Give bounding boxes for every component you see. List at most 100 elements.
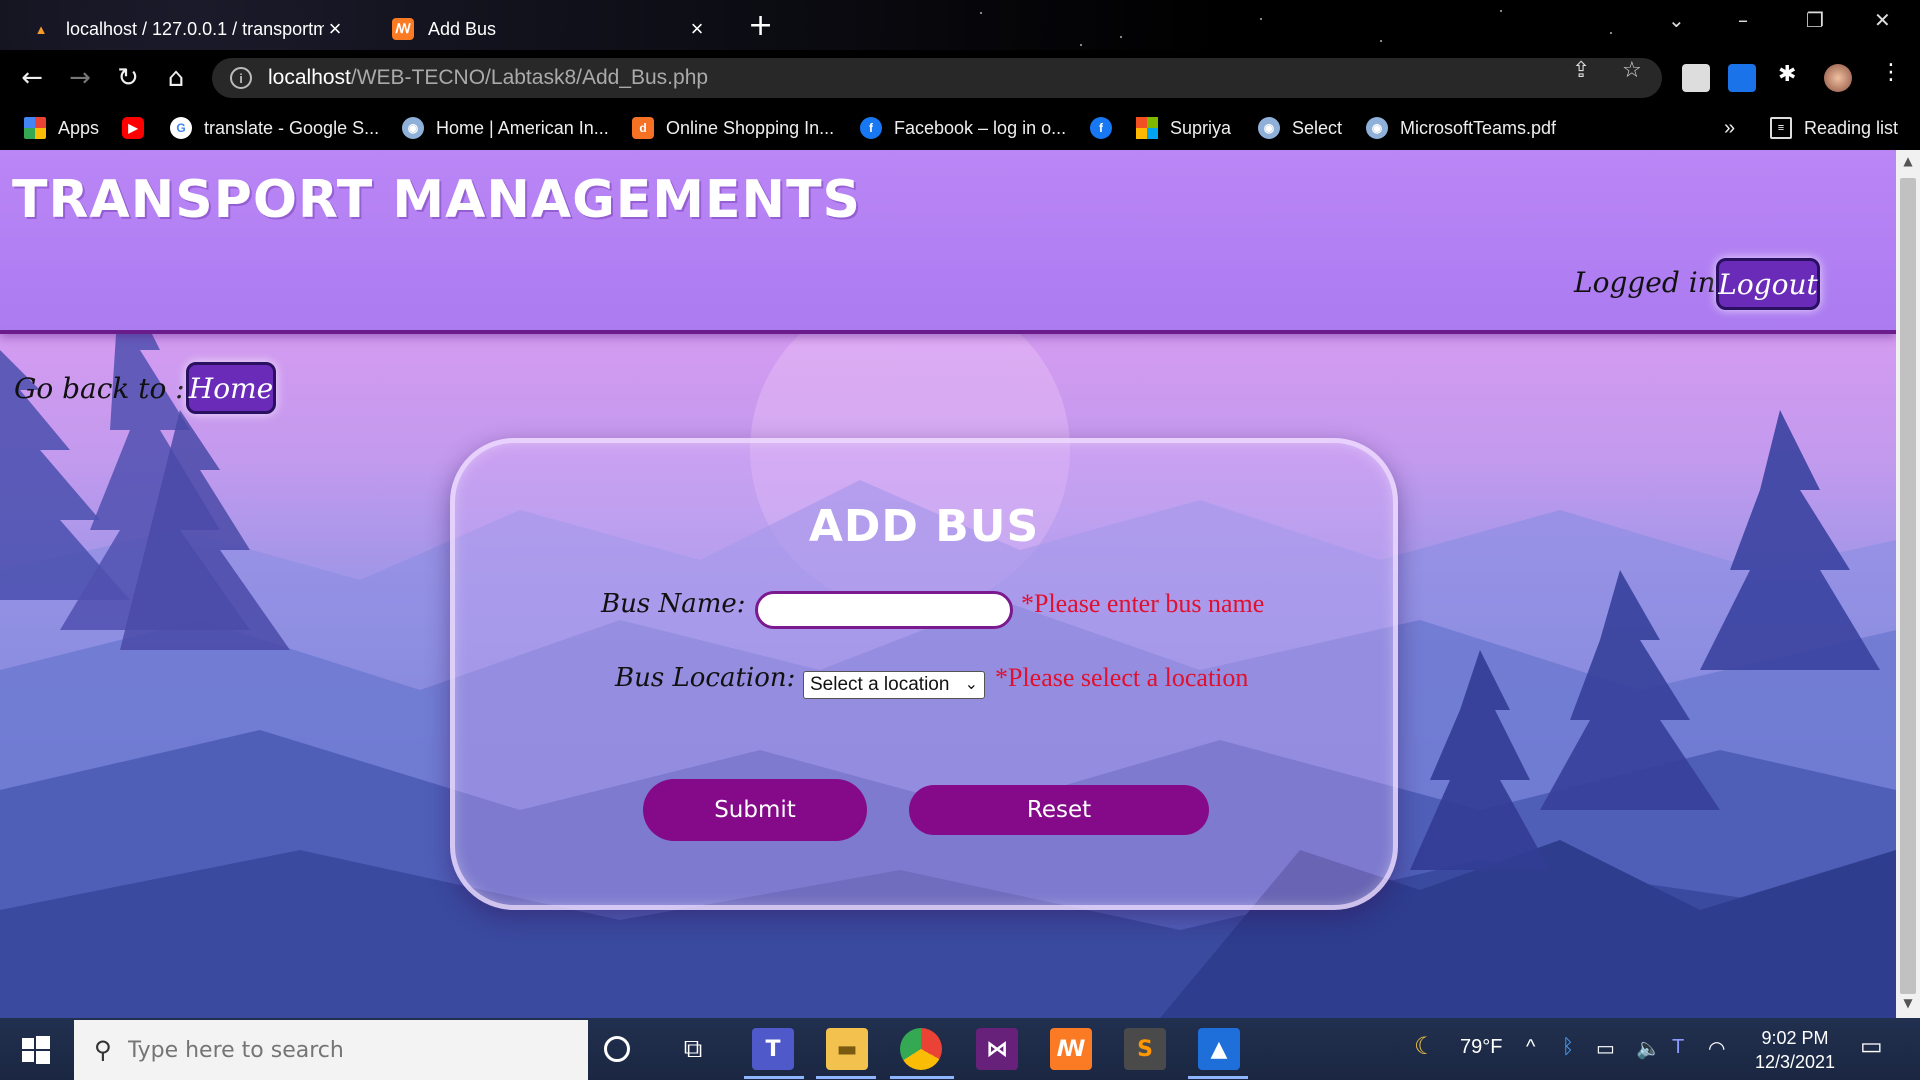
home-icon[interactable]: ⌂ xyxy=(160,62,192,94)
submit-button[interactable]: Submit xyxy=(643,779,867,841)
daraz-icon: d xyxy=(632,117,654,139)
bookmark-facebook-2[interactable]: f xyxy=(1090,114,1124,142)
page-scrollbar[interactable]: ▲ ▼ xyxy=(1896,150,1920,1018)
bookmark-facebook[interactable]: f Facebook – log in o... xyxy=(860,114,1066,142)
running-indicator xyxy=(890,1076,954,1079)
notifications-icon[interactable]: ▭ xyxy=(1860,1032,1883,1061)
puzzle-extensions-icon[interactable]: ✱ xyxy=(1778,62,1796,87)
extension-icon[interactable] xyxy=(1728,64,1756,92)
bookmark-teams-pdf[interactable]: ◉ MicrosoftTeams.pdf xyxy=(1366,114,1556,142)
task-view-icon[interactable]: ⧉ xyxy=(672,1028,714,1070)
reload-icon[interactable]: ↻ xyxy=(112,62,144,94)
windows-start-icon[interactable] xyxy=(16,1030,56,1070)
phpmyadmin-icon: ▲ xyxy=(34,21,48,37)
minimize-button[interactable]: – xyxy=(1738,8,1748,32)
tab-phpmyadmin[interactable]: ▲ localhost / 127.0.0.1 / transportm × xyxy=(16,8,360,50)
site-header: TRANSPORT MANAGEMENTS Logged in: Logout xyxy=(0,150,1896,334)
home-button[interactable]: Home xyxy=(186,362,276,414)
bookmark-select[interactable]: ◉ Select xyxy=(1258,114,1342,142)
forward-icon[interactable]: → xyxy=(64,62,96,94)
chevron-up-icon[interactable]: ^ xyxy=(1526,1036,1535,1059)
bookmarks-overflow[interactable]: » xyxy=(1724,114,1735,142)
tab-add-bus[interactable]: ꟿ Add Bus × xyxy=(378,8,722,50)
facebook-icon: f xyxy=(860,117,882,139)
add-bus-form-card: ADD BUS Bus Name: *Please enter bus name… xyxy=(450,438,1398,910)
photos-icon[interactable]: ▲ xyxy=(1198,1028,1240,1070)
bookmark-american-intl[interactable]: ◉ Home | American In... xyxy=(402,114,609,142)
reading-list[interactable]: ≡ Reading list xyxy=(1770,114,1898,142)
tab-title: localhost / 127.0.0.1 / transportm xyxy=(66,18,324,39)
back-icon[interactable]: ← xyxy=(16,62,48,94)
close-tab-icon[interactable]: × xyxy=(324,16,346,42)
logout-button[interactable]: Logout xyxy=(1716,258,1820,310)
sublime-text-icon[interactable]: S xyxy=(1124,1028,1166,1070)
share-icon[interactable]: ⇪ xyxy=(1572,58,1590,83)
bookmark-label: Facebook – log in o... xyxy=(894,117,1067,138)
form-title: ADD BUS xyxy=(808,501,1040,552)
bookmark-label: Apps xyxy=(58,117,100,138)
bookmark-supriya[interactable]: Supriya xyxy=(1136,114,1231,142)
bluetooth-icon[interactable]: ᛒ xyxy=(1562,1036,1574,1059)
file-explorer-icon[interactable]: ▬ xyxy=(826,1028,868,1070)
logged-in-label: Logged in: xyxy=(1574,266,1726,299)
clock-date: 12/3/2021 xyxy=(1754,1052,1836,1072)
teams-icon[interactable]: T xyxy=(752,1028,794,1070)
bookmark-apps[interactable]: Apps xyxy=(24,114,99,142)
url-path: /WEB-TECNO/Labtask8/Add_Bus.php xyxy=(350,66,709,89)
taskbar-search[interactable]: ⚲ xyxy=(74,1020,588,1080)
weather-temp[interactable]: 79°F xyxy=(1460,1036,1502,1059)
weather-icon[interactable]: ☾ xyxy=(1414,1032,1436,1061)
taskbar-clock[interactable]: 9:02 PM 12/3/2021 xyxy=(1740,1026,1850,1074)
bus-name-input[interactable] xyxy=(755,591,1013,629)
google-icon: G xyxy=(170,117,192,139)
microsoft-icon xyxy=(1136,117,1158,139)
address-bar[interactable]: i localhost/WEB-TECNO/Labtask8/Add_Bus.p… xyxy=(212,58,1662,98)
bookmark-online-shopping[interactable]: d Online Shopping In... xyxy=(632,114,834,142)
tab-search-icon[interactable]: ⌄ xyxy=(1668,8,1685,32)
visual-studio-icon[interactable]: ⋈ xyxy=(976,1028,1018,1070)
chrome-icon[interactable] xyxy=(900,1028,942,1070)
xampp-icon: ꟿ xyxy=(392,18,414,40)
scrollbar-thumb[interactable] xyxy=(1900,178,1916,994)
bookmark-label: Select xyxy=(1292,117,1343,138)
chevron-down-icon: ⌄ xyxy=(964,676,978,693)
star-decoration xyxy=(1260,18,1262,20)
globe-icon: ◉ xyxy=(1258,117,1280,139)
bookmark-label: Home | American In... xyxy=(436,117,609,138)
volume-icon[interactable]: 🔈 xyxy=(1636,1036,1661,1061)
reading-list-label: Reading list xyxy=(1804,117,1899,138)
battery-icon[interactable]: ▭ xyxy=(1596,1036,1615,1061)
new-tab-button[interactable]: + xyxy=(748,8,773,43)
restore-button[interactable]: ❐ xyxy=(1806,8,1824,32)
teams-tray-icon[interactable]: T xyxy=(1672,1036,1684,1059)
bus-location-selected: Select a location xyxy=(810,674,950,695)
bus-name-error: *Please enter bus name xyxy=(1021,589,1265,618)
bookmark-youtube[interactable]: ▶ xyxy=(122,114,156,142)
windows-taskbar: ⚲ ⧉ T ▬ ⋈ ꟿ S ▲ ☾ 79°F ^ ᛒ ▭ 🔈 T ◠ 9:02 … xyxy=(0,1018,1920,1080)
bookmark-label: Online Shopping In... xyxy=(666,117,835,138)
scroll-up-icon[interactable]: ▲ xyxy=(1896,154,1920,174)
bookmark-translate[interactable]: G translate - Google S... xyxy=(170,114,379,142)
cortana-icon[interactable] xyxy=(604,1036,630,1062)
tab-title: Add Bus xyxy=(428,18,497,39)
go-back-label: Go back to : xyxy=(14,372,185,405)
star-decoration xyxy=(1380,40,1382,42)
bus-location-select[interactable]: Select a location ⌄ xyxy=(803,671,985,699)
running-indicator xyxy=(744,1076,804,1079)
scroll-down-icon[interactable]: ▼ xyxy=(1896,996,1920,1016)
star-decoration xyxy=(1610,32,1612,34)
wifi-icon[interactable]: ◠ xyxy=(1708,1036,1725,1061)
extension-icon[interactable] xyxy=(1682,64,1710,92)
menu-dots-icon[interactable]: ⋮ xyxy=(1880,60,1902,85)
close-tab-icon[interactable]: × xyxy=(686,16,708,42)
xampp-icon[interactable]: ꟿ xyxy=(1050,1028,1092,1070)
close-window-button[interactable]: ✕ xyxy=(1874,8,1891,32)
site-info-icon[interactable]: i xyxy=(230,67,252,89)
bookmark-label: MicrosoftTeams.pdf xyxy=(1400,117,1557,138)
browser-toolbar: ← → ↻ ⌂ i localhost/WEB-TECNO/Labtask8/A… xyxy=(0,50,1920,106)
globe-icon: ◉ xyxy=(402,117,424,139)
reset-button[interactable]: Reset xyxy=(909,785,1209,835)
bookmark-star-icon[interactable]: ☆ xyxy=(1622,58,1642,83)
profile-avatar[interactable] xyxy=(1824,64,1852,92)
search-input[interactable] xyxy=(127,1037,548,1063)
